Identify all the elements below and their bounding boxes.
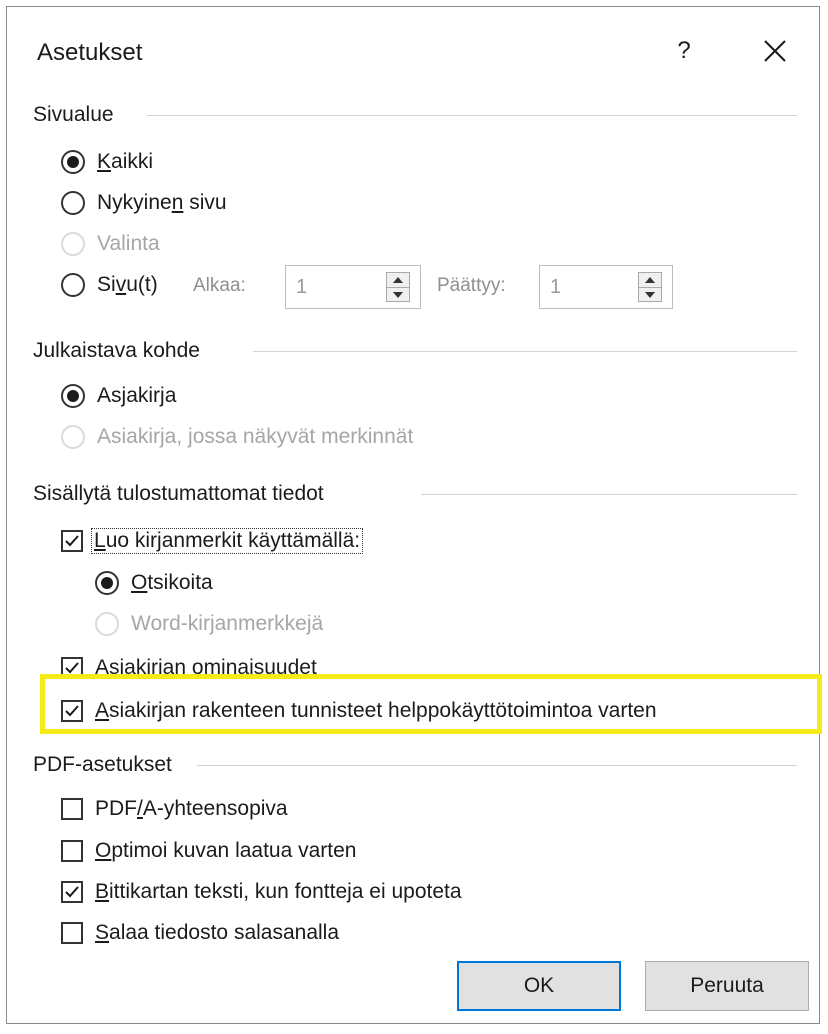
radio-indicator[interactable] [61, 273, 85, 297]
radio-indicator[interactable] [95, 571, 119, 595]
radio-indicator[interactable] [61, 150, 85, 174]
spin-buttons[interactable] [386, 272, 410, 302]
access-key: B [95, 880, 110, 903]
spin-buttons[interactable] [638, 272, 662, 302]
chevron-down-icon [645, 292, 655, 298]
to-page-value[interactable]: 1 [550, 276, 561, 299]
spin-down-button[interactable] [387, 288, 409, 302]
label-text: sivu [183, 191, 227, 214]
label-text: Si [97, 273, 116, 296]
label-text: ittikartan teksti, kun fontteja ei upote… [109, 880, 462, 903]
section-divider [253, 351, 797, 352]
access-key: L [94, 529, 106, 552]
checkbox-indicator[interactable] [61, 798, 83, 820]
radio-document-markup-label: Asiakirja, jossa näkyvät merkinnät [97, 425, 414, 448]
checkbox-indicator[interactable] [61, 881, 83, 903]
label-text: ptimoi kuvan laatua varten [111, 839, 357, 862]
checkbox-pdfa[interactable]: PDF/A-yhteensopiva [61, 793, 288, 825]
checkbox-optimize-image[interactable]: Optimoi kuvan laatua varten [61, 835, 356, 867]
ok-button[interactable]: OK [457, 961, 621, 1011]
section-divider [197, 765, 797, 766]
checkbox-indicator[interactable] [61, 530, 83, 552]
dialog-title: Asetukset [37, 39, 143, 66]
chevron-up-icon [645, 277, 655, 283]
radio-indicator[interactable] [95, 612, 119, 636]
checkbox-bitmap-text[interactable]: Bittikartan teksti, kun fontteja ei upot… [61, 876, 462, 908]
radio-current-page-label: Nykyinen sivu [97, 191, 227, 215]
radio-headings[interactable]: Otsikoita [95, 567, 213, 599]
radio-all-pages[interactable]: Kaikki [61, 146, 153, 178]
radio-indicator[interactable] [61, 384, 85, 408]
checkbox-create-bookmarks-label: Luo kirjanmerkit käyttämällä: [91, 528, 364, 554]
access-key: O [131, 571, 148, 594]
label-text: A-yhteensopiva [142, 797, 288, 820]
radio-current-page[interactable]: Nykyinen sivu [61, 187, 227, 219]
radio-indicator[interactable] [61, 425, 85, 449]
options-dialog: Asetukset ? Sivualue Kaikki Nykyinen siv… [6, 6, 820, 1024]
access-key: K [97, 150, 112, 173]
spin-down-button[interactable] [639, 288, 661, 302]
help-button[interactable]: ? [669, 33, 699, 69]
section-heading-non-printing: Sisällytä tulostumattomat tiedot [33, 482, 324, 505]
label-text: akirja [126, 384, 177, 407]
checkbox-encrypt-label: Salaa tiedosto salasanalla [95, 921, 339, 945]
section-heading-page-range: Sivualue [33, 103, 114, 126]
label-text: tsikoita [147, 571, 213, 594]
checkbox-encrypt[interactable]: Salaa tiedosto salasanalla [61, 917, 339, 949]
radio-selection[interactable]: Valinta [61, 228, 160, 260]
chevron-down-icon [393, 292, 403, 298]
label-text: Nykyine [97, 191, 172, 214]
checkbox-indicator[interactable] [61, 840, 83, 862]
access-key: n [171, 191, 184, 214]
access-key: O [95, 839, 112, 862]
checkmark-icon [65, 886, 79, 898]
close-button[interactable] [755, 31, 795, 71]
section-divider [421, 494, 797, 495]
checkbox-optimize-image-label: Optimoi kuvan laatua varten [95, 839, 356, 863]
radio-pages[interactable]: Sivu(t) [61, 269, 158, 301]
from-page-spinner[interactable]: 1 [285, 265, 421, 309]
section-heading-publish-what: Julkaistava kohde [33, 339, 200, 362]
checkbox-bitmap-text-label: Bittikartan teksti, kun fontteja ei upot… [95, 880, 462, 904]
radio-indicator[interactable] [61, 232, 85, 256]
chevron-up-icon [393, 277, 403, 283]
label-text: uo kirjanmerkit käyttämällä: [105, 529, 361, 552]
radio-pages-label: Sivu(t) [97, 273, 158, 297]
checkbox-pdfa-label: PDF/A-yhteensopiva [95, 797, 288, 821]
radio-word-bookmarks-label: Word-kirjanmerkkejä [131, 612, 324, 635]
radio-headings-label: Otsikoita [131, 571, 213, 595]
section-heading-pdf-options: PDF-asetukset [33, 753, 172, 776]
spin-up-button[interactable] [639, 273, 661, 288]
access-key: v [115, 273, 127, 296]
checkbox-create-bookmarks[interactable]: Luo kirjanmerkit käyttämällä: [61, 525, 364, 557]
to-page-label: Päättyy: [437, 275, 506, 296]
highlight-annotation [40, 674, 822, 734]
section-divider [147, 115, 797, 116]
spin-up-button[interactable] [387, 273, 409, 288]
radio-all-pages-label: Kaikki [97, 150, 153, 174]
radio-document-markup[interactable]: Asiakirja, jossa näkyvät merkinnät [61, 421, 413, 453]
radio-indicator[interactable] [61, 191, 85, 215]
from-page-label: Alkaa: [193, 275, 246, 296]
radio-word-bookmarks[interactable]: Word-kirjanmerkkejä [95, 608, 323, 640]
checkbox-indicator[interactable] [61, 922, 83, 944]
cancel-button[interactable]: Peruuta [645, 961, 809, 1011]
label-text: aikki [111, 150, 154, 173]
label-text: As [97, 384, 122, 407]
label-text: PDF [95, 797, 137, 820]
radio-selection-label: Valinta [97, 232, 160, 255]
label-text: u(t) [126, 273, 158, 296]
checkmark-icon [65, 535, 79, 547]
access-key: S [95, 921, 110, 944]
close-icon [764, 40, 786, 62]
from-page-value[interactable]: 1 [296, 276, 307, 299]
radio-document[interactable]: Asjakirja [61, 380, 176, 412]
to-page-spinner[interactable]: 1 [539, 265, 673, 309]
radio-document-label: Asjakirja [97, 384, 176, 408]
label-text: alaa tiedosto salasanalla [109, 921, 340, 944]
